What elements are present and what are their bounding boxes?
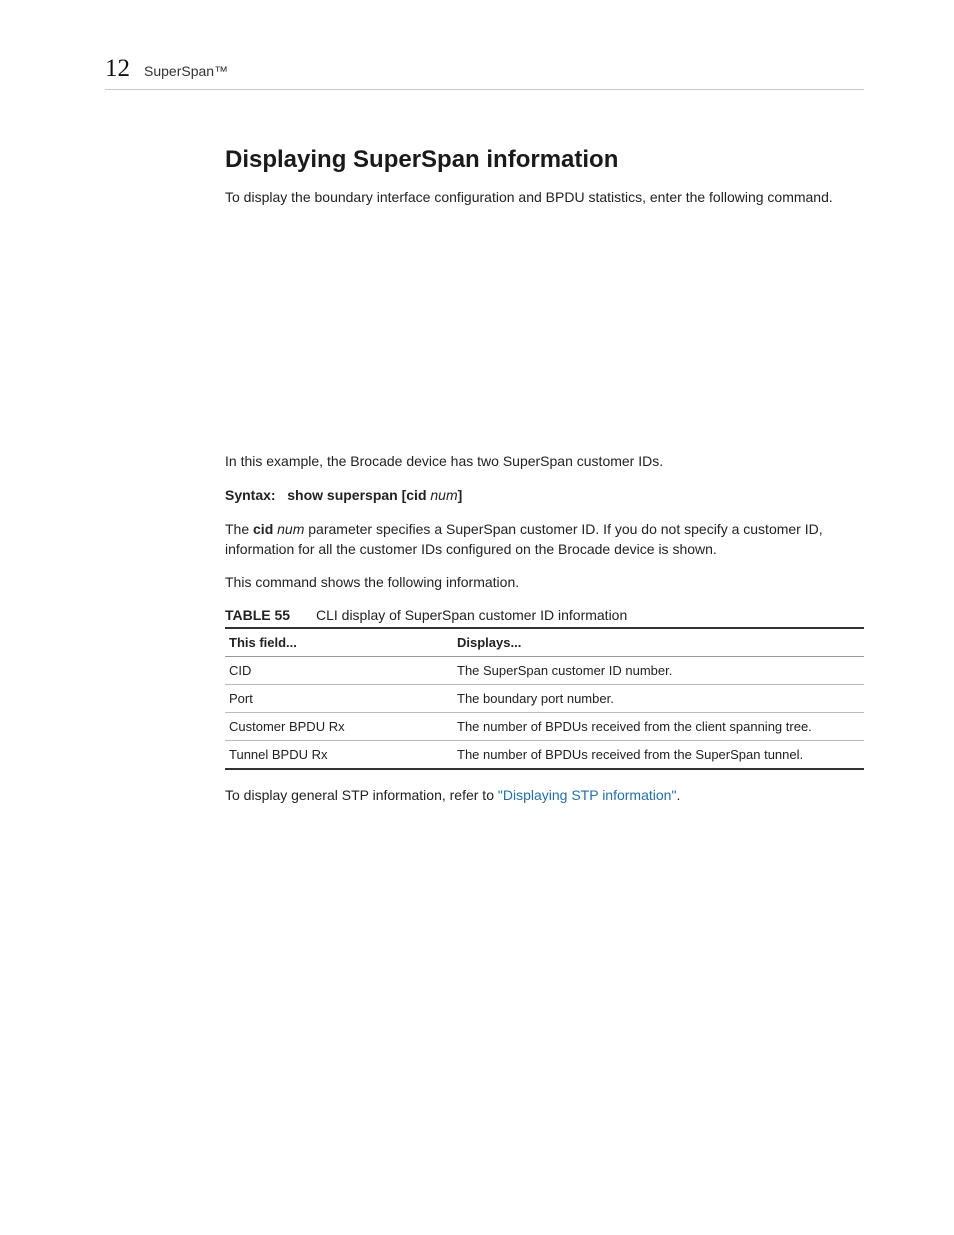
cell-field: Port — [225, 685, 453, 713]
running-header: 12 SuperSpan™ — [105, 55, 864, 90]
syntax-command-end: ] — [458, 487, 463, 503]
text: The — [225, 521, 253, 537]
col-header-displays: Displays... — [453, 628, 864, 657]
syntax-line: Syntax: show superspan [cid num] — [225, 486, 864, 506]
text: parameter specifies a SuperSpan customer… — [225, 521, 823, 557]
param-cid: cid — [253, 521, 273, 537]
cell-displays: The boundary port number. — [453, 685, 864, 713]
table-header-row: This field... Displays... — [225, 628, 864, 657]
text: . — [676, 787, 680, 803]
cell-field: CID — [225, 657, 453, 685]
parameter-paragraph: The cid num parameter specifies a SuperS… — [225, 520, 864, 560]
footer-paragraph: To display general STP information, refe… — [225, 786, 864, 806]
syntax-label: Syntax: — [225, 487, 276, 503]
cell-displays: The SuperSpan customer ID number. — [453, 657, 864, 685]
syntax-command: show superspan [cid — [287, 487, 430, 503]
info-table: This field... Displays... CID The SuperS… — [225, 627, 864, 770]
intro-paragraph: To display the boundary interface config… — [225, 188, 864, 208]
text: To display general STP information, refe… — [225, 787, 498, 803]
chapter-title: SuperSpan™ — [144, 63, 228, 79]
table-row: CID The SuperSpan customer ID number. — [225, 657, 864, 685]
table-row: Tunnel BPDU Rx The number of BPDUs recei… — [225, 741, 864, 770]
example-note: In this example, the Brocade device has … — [225, 452, 864, 472]
cell-displays: The number of BPDUs received from the cl… — [453, 713, 864, 741]
content-area: Displaying SuperSpan information To disp… — [105, 90, 864, 806]
xref-link[interactable]: "Displaying STP information" — [498, 787, 677, 803]
table-row: Customer BPDU Rx The number of BPDUs rec… — [225, 713, 864, 741]
page: 12 SuperSpan™ Displaying SuperSpan infor… — [0, 0, 954, 1235]
syntax-variable: num — [430, 487, 457, 503]
cell-field: Customer BPDU Rx — [225, 713, 453, 741]
param-num: num — [277, 521, 304, 537]
code-output-placeholder — [225, 222, 864, 452]
cell-displays: The number of BPDUs received from the Su… — [453, 741, 864, 770]
section-heading: Displaying SuperSpan information — [225, 146, 864, 174]
cell-field: Tunnel BPDU Rx — [225, 741, 453, 770]
shows-line: This command shows the following informa… — [225, 573, 864, 593]
table-caption: TABLE 55 CLI display of SuperSpan custom… — [225, 607, 864, 623]
table-row: Port The boundary port number. — [225, 685, 864, 713]
col-header-field: This field... — [225, 628, 453, 657]
table-label: TABLE 55 — [225, 607, 312, 623]
chapter-number: 12 — [105, 55, 130, 83]
table-caption-text: CLI display of SuperSpan customer ID inf… — [316, 607, 627, 623]
